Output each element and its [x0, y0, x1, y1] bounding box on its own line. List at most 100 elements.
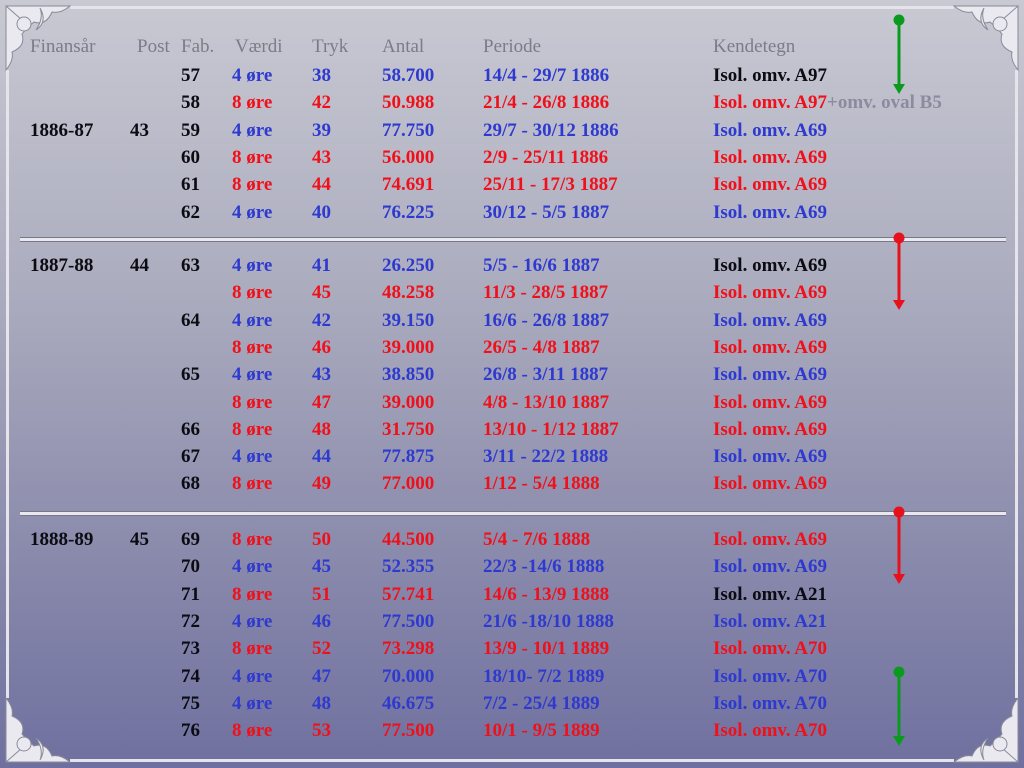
fab-cell: 61 — [181, 174, 200, 196]
kendetegn-cell: Isol. omv. A69 — [713, 174, 827, 196]
kendetegn-text: Isol. omv. A69 — [713, 174, 828, 196]
antal-cell: 48.258 — [382, 282, 435, 304]
table-row: 64 4 øre 42 39.150 16/6 - 26/8 1887 Isol. omv… — [0, 310, 1024, 334]
kendetegn-cell: Isol. omv. A21 — [713, 584, 827, 606]
table-row: 74 4 øre 47 70.000 18/10- 7/2 1889 Isol. omv.… — [0, 666, 1024, 690]
kendetegn-cell: Isol. omv. A69 — [713, 529, 827, 551]
kendetegn-text: Isol. omv. A69 — [713, 201, 828, 223]
periode-cell: 5/4 - 7/6 1888 — [483, 529, 591, 550]
periode-cell: 22/3 -14/6 1888 — [483, 556, 605, 578]
fab-cell: 69 — [181, 529, 200, 550]
kendetegn-cell: Isol. omv. A69 — [713, 202, 827, 224]
tryk-cell: 45 — [312, 556, 331, 578]
tryk-cell: 43 — [312, 364, 331, 386]
antal-cell: 73.298 — [382, 638, 435, 660]
antal-cell: 39.150 — [382, 309, 435, 331]
vaerdi-cell: 8 øre — [232, 282, 273, 304]
vaerdi-cell: 4 øre — [232, 65, 273, 86]
periode-cell: 21/4 - 26/8 1886 — [483, 92, 610, 114]
tryk-cell: 52 — [312, 638, 331, 660]
kendetegn-text: Isol. omv. A70 — [713, 665, 828, 687]
header-kendetegn: Kendetegn — [713, 36, 796, 57]
tryk-cell: 46 — [312, 336, 331, 358]
fab-cell: 65 — [181, 364, 200, 386]
antal-cell: 77.750 — [382, 119, 435, 141]
table-row: 60 8 øre 43 56.000 2/9 - 25/11 1886 Isol. omv… — [0, 147, 1024, 171]
fab-cell: 75 — [181, 692, 200, 714]
tryk-cell: 48 — [312, 692, 331, 714]
vaerdi-cell: 4 øre — [232, 201, 273, 223]
table-row: 68 8 øre 49 77.000 1/12 - 5/4 1888 Isol. omv.… — [0, 473, 1024, 497]
tryk-cell: 41 — [312, 255, 331, 276]
tryk-cell: 53 — [312, 720, 331, 742]
vaerdi-cell: 4 øre — [232, 692, 273, 714]
kendetegn-cell: Isol. omv. A70 — [713, 638, 827, 660]
kendetegn-cell: Isol. omv. A69 — [713, 255, 827, 277]
table-row: 70 4 øre 45 52.355 22/3 -14/6 1888 Isol. omv.… — [0, 556, 1024, 580]
tryk-cell: 43 — [312, 146, 331, 168]
antal-cell: 46.675 — [382, 692, 435, 714]
periode-cell: 3/11 - 22/2 1888 — [483, 446, 609, 468]
periode-cell: 18/10- 7/2 1889 — [483, 665, 605, 687]
table-row: 62 4 øre 40 76.225 30/12 - 5/5 1887 Isol. omv… — [0, 202, 1024, 226]
kendetegn-text: Isol. omv. A70 — [713, 692, 828, 714]
table-row: 73 8 øre 52 73.298 13/9 - 10/1 1889 Isol. omv… — [0, 638, 1024, 662]
vaerdi-cell: 4 øre — [232, 610, 273, 632]
vaerdi-cell: 8 øre — [232, 146, 273, 168]
vaerdi-cell: 8 øre — [232, 174, 273, 196]
antal-cell: 77.875 — [382, 446, 435, 468]
vaerdi-cell: 8 øre — [232, 473, 273, 495]
antal-cell: 76.225 — [382, 201, 435, 223]
table-row: 1887-88 44 63 4 øre 41 26.250 5/5 - 16/6 1887 I… — [0, 255, 1024, 279]
header-fab: Fab. — [181, 36, 215, 57]
header-vaerdi: Værdi — [235, 36, 283, 57]
kendetegn-text: Isol. omv. A69 — [713, 146, 828, 168]
fab-cell: 67 — [181, 446, 200, 468]
kendetegn-text: Isol. omv. A97 — [713, 65, 828, 86]
fab-cell: 72 — [181, 610, 200, 632]
finansaar-cell: 1888-89 — [30, 529, 94, 550]
vaerdi-cell: 4 øre — [232, 119, 273, 141]
tryk-cell: 42 — [312, 309, 331, 331]
header-antal: Antal — [382, 36, 425, 57]
vaerdi-cell: 4 øre — [232, 665, 273, 687]
header-tryk: Tryk — [312, 36, 349, 57]
kendetegn-text: Isol. omv. A69 — [713, 473, 828, 495]
section-divider — [20, 237, 1006, 242]
kendetegn-text: Isol. omv. A69 — [713, 309, 828, 331]
post-cell: 45 — [130, 529, 149, 550]
tryk-cell: 48 — [312, 418, 331, 440]
table-row: 75 4 øre 48 46.675 7/2 - 25/4 1889 Isol. omv.… — [0, 693, 1024, 717]
kendetegn-text: Isol. omv. A69 — [713, 446, 828, 468]
green-arrow-bottom-icon — [889, 666, 909, 748]
table-row: 1886-87 43 59 4 øre 39 77.750 29/7 - 30/12 188… — [0, 120, 1024, 144]
vaerdi-cell: 8 øre — [232, 720, 273, 742]
frame-top-border — [70, 6, 954, 9]
antal-cell: 26.250 — [382, 255, 435, 276]
header-finansaar: Finansår — [30, 36, 96, 57]
antal-cell: 77.500 — [382, 720, 435, 742]
table-row: 71 8 øre 51 57.741 14/6 - 13/9 1888 Isol. omv… — [0, 584, 1024, 608]
periode-cell: 13/10 - 1/12 1887 — [483, 418, 619, 440]
antal-cell: 58.700 — [382, 65, 435, 86]
kendetegn-cell: Isol. omv. A69 — [713, 337, 827, 359]
kendetegn-text: Isol. omv. A70 — [713, 720, 828, 742]
kendetegn-cell: Isol. omv. A69 — [713, 310, 827, 332]
fab-cell: 60 — [181, 146, 200, 168]
antal-cell: 77.000 — [382, 473, 435, 495]
kendetegn-cell: Isol. omv. A69 — [713, 120, 827, 142]
kendetegn-cell: Isol. omv. A69 — [713, 282, 827, 304]
fab-cell: 76 — [181, 720, 200, 742]
periode-cell: 25/11 - 17/3 1887 — [483, 174, 618, 196]
post-cell: 43 — [130, 119, 149, 141]
table-row: 67 4 øre 44 77.875 3/11 - 22/2 1888 Isol. omv… — [0, 446, 1024, 470]
antal-cell: 39.000 — [382, 391, 435, 413]
periode-cell: 29/7 - 30/12 1886 — [483, 119, 619, 141]
periode-cell: 26/8 - 3/11 1887 — [483, 364, 609, 386]
vaerdi-cell: 8 øre — [232, 583, 273, 605]
fab-cell: 64 — [181, 309, 200, 331]
green-arrow-top-icon — [889, 14, 909, 96]
tryk-cell: 51 — [312, 583, 331, 605]
periode-cell: 5/5 - 16/6 1887 — [483, 255, 600, 276]
periode-cell: 30/12 - 5/5 1887 — [483, 201, 610, 223]
